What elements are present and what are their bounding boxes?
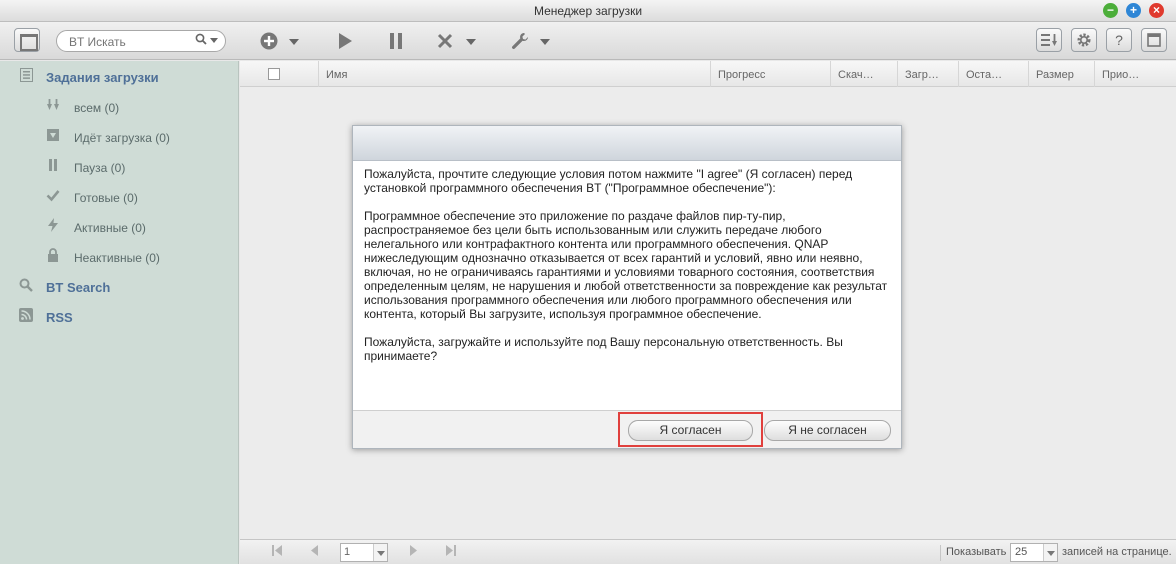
add-dropdown-icon[interactable] [289, 39, 299, 45]
first-page-icon[interactable] [272, 545, 282, 559]
start-button[interactable] [337, 30, 353, 52]
search-input[interactable] [69, 34, 189, 49]
pagination-bar: 1 Показывать 25 записей на странице. [240, 539, 1176, 564]
x-icon [437, 33, 453, 49]
download-box-icon [45, 128, 61, 148]
sidebar: Задания загрузки всем (0) Идёт загрузка … [0, 61, 239, 564]
play-icon [339, 33, 352, 49]
stop-dropdown-icon[interactable] [466, 39, 476, 45]
sidebar-item-label: Задания загрузки [46, 70, 159, 85]
sidebar-item-bt-search[interactable]: BT Search [0, 278, 239, 298]
panel-icon [1147, 33, 1161, 47]
search-icon[interactable] [195, 33, 207, 48]
grid-header: Имя Прогресс Скач… Загр… Оста… Размер Пр… [240, 61, 1176, 87]
lock-icon [45, 248, 61, 268]
column-upload-speed[interactable]: Загр… [897, 61, 958, 87]
search-dropdown-icon[interactable] [210, 38, 218, 43]
sidebar-item-label: Неактивные (0) [74, 251, 160, 265]
maximize-icon[interactable]: + [1126, 3, 1141, 18]
page-number-input[interactable]: 1 [340, 543, 388, 562]
column-progress[interactable]: Прогресс [710, 61, 830, 87]
sidebar-item-label: Идёт загрузка (0) [74, 131, 170, 145]
search-icon [18, 278, 34, 298]
toolbar: ? [0, 22, 1176, 60]
stop-button[interactable] [436, 30, 454, 52]
tools-dropdown-icon[interactable] [540, 39, 550, 45]
column-download-speed[interactable]: Скач… [830, 61, 897, 87]
sidebar-item-finished[interactable]: Готовые (0) [0, 188, 239, 208]
help-icon: ? [1115, 32, 1123, 48]
sidebar-item-active[interactable]: Активные (0) [0, 218, 239, 238]
page-size-select[interactable]: 25 [1010, 543, 1058, 562]
sidebar-item-label: RSS [46, 310, 73, 325]
sidebar-item-label: Готовые (0) [74, 191, 138, 205]
sidebar-toggle-button[interactable] [14, 28, 40, 52]
column-remaining[interactable]: Оста… [958, 61, 1028, 87]
sort-button[interactable] [1036, 28, 1062, 52]
disagree-button[interactable]: Я не согласен [764, 420, 891, 441]
sidebar-item-downloading[interactable]: Идёт загрузка (0) [0, 128, 239, 148]
page-size-value: 25 [1015, 546, 1028, 558]
chevron-down-icon[interactable] [373, 544, 387, 561]
sidebar-item-label: Активные (0) [74, 221, 146, 235]
pause-icon [390, 33, 402, 49]
column-name[interactable]: Имя [318, 61, 710, 87]
plus-circle-icon [260, 32, 278, 50]
check-icon [45, 188, 61, 208]
column-size[interactable]: Размер [1028, 61, 1094, 87]
next-page-icon[interactable] [410, 545, 418, 559]
page-number-value: 1 [344, 546, 351, 558]
pager-divider [940, 545, 941, 561]
gear-icon [1077, 33, 1091, 47]
sidebar-item-label: BT Search [46, 280, 111, 295]
download-arrows-icon [45, 98, 61, 118]
minimize-icon[interactable]: − [1103, 3, 1118, 18]
prev-page-icon[interactable] [310, 545, 318, 559]
sidebar-item-rss[interactable]: RSS [0, 308, 239, 328]
sidebar-item-all[interactable]: всем (0) [0, 98, 239, 118]
lightning-icon [45, 218, 61, 238]
dialog-paragraph: Пожалуйста, загружайте и используйте под… [364, 335, 843, 363]
dialog-body: Пожалуйста, прочтите следующие условия п… [364, 167, 892, 409]
pause-button[interactable] [388, 30, 404, 52]
wrench-icon [512, 33, 528, 49]
add-task-button[interactable] [259, 30, 279, 52]
chevron-down-icon[interactable] [1043, 544, 1057, 561]
pause-icon [45, 158, 61, 178]
window-title: Менеджер загрузки [533, 4, 643, 18]
dialog-paragraph: Пожалуйста, прочтите следующие условия п… [364, 167, 853, 195]
window-controls: − + × [1103, 3, 1164, 18]
show-label: Показывать [946, 546, 1007, 558]
sidebar-item-paused[interactable]: Пауза (0) [0, 158, 239, 178]
select-all-checkbox[interactable] [268, 68, 280, 80]
license-dialog: Пожалуйста, прочтите следующие условия п… [352, 125, 902, 449]
sidebar-item-label: Пауза (0) [74, 161, 126, 175]
agree-highlight-box [618, 412, 763, 447]
close-icon[interactable]: × [1149, 3, 1164, 18]
list-icon [18, 68, 34, 88]
sidebar-item-tasks[interactable]: Задания загрузки [0, 68, 239, 88]
tools-button[interactable] [510, 30, 530, 52]
panel-button[interactable] [1141, 28, 1167, 52]
per-page-label: записей на странице. [1062, 546, 1172, 558]
sidebar-item-inactive[interactable]: Неактивные (0) [0, 248, 239, 268]
column-priority[interactable]: Прио… [1094, 61, 1176, 87]
search-box[interactable] [56, 30, 226, 52]
sidebar-item-label: всем (0) [74, 101, 120, 115]
dialog-header [353, 126, 901, 161]
dialog-paragraph: Программное обеспечение это приложение п… [364, 209, 888, 321]
rss-icon [18, 308, 34, 328]
title-bar: Менеджер загрузки − + × [0, 0, 1176, 22]
help-button[interactable]: ? [1106, 28, 1132, 52]
settings-button[interactable] [1071, 28, 1097, 52]
sort-icon [1041, 34, 1057, 46]
last-page-icon[interactable] [446, 545, 456, 559]
